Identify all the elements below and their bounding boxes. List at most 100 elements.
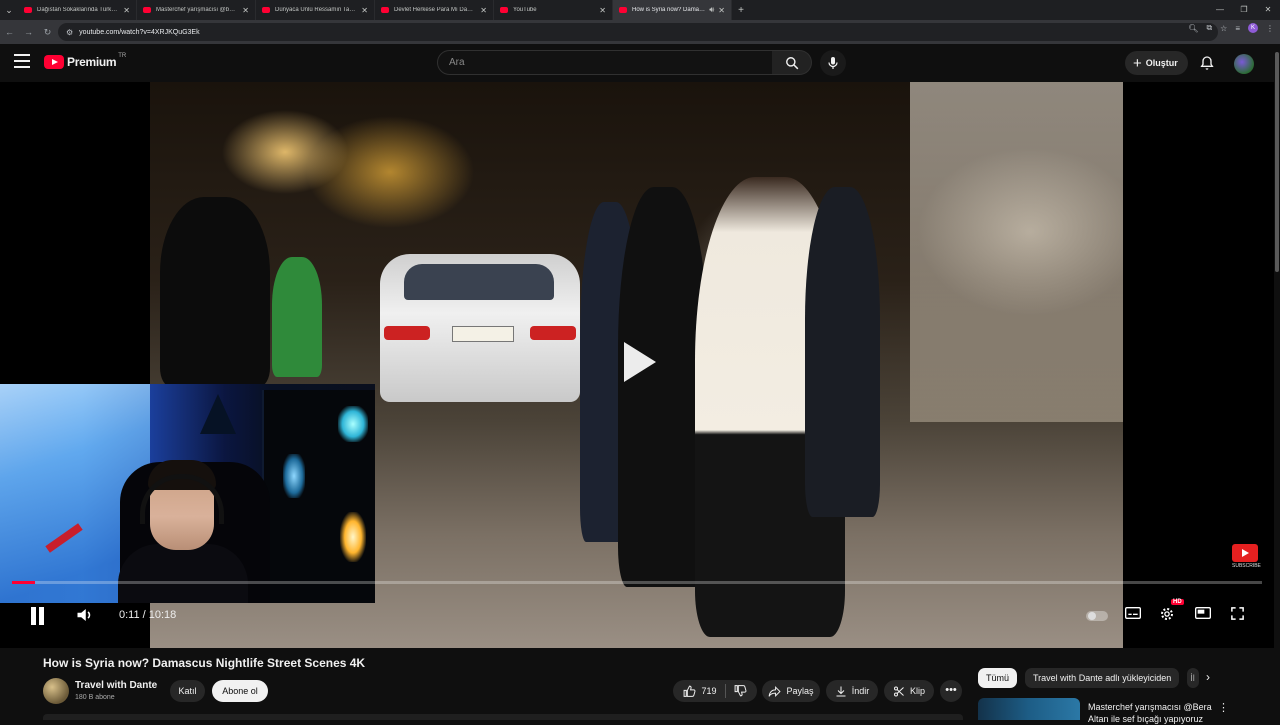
like-count: 719	[701, 686, 717, 696]
tab-title: Masterchef yarışmacısı @bera...	[156, 7, 239, 13]
notifications-bell-icon[interactable]	[1199, 55, 1215, 76]
subscribe-button[interactable]: Abone ol	[212, 680, 268, 702]
cast-icon[interactable]: ⧉	[1206, 23, 1212, 33]
fullscreen-icon[interactable]	[1230, 606, 1245, 626]
recommendation-title[interactable]: Masterchef yarışmacısı @Bera Altan ile s…	[1088, 701, 1216, 725]
zoom-icon[interactable]: 🔍︎	[1188, 24, 1198, 33]
pause-button[interactable]	[29, 607, 45, 625]
hamburger-menu-icon[interactable]	[14, 54, 30, 68]
tab-close-icon[interactable]: ✕	[480, 6, 487, 15]
youtube-favicon-icon	[24, 7, 32, 13]
tab-title: How is Syria now? Damasc...	[632, 7, 706, 13]
settings-gear-icon[interactable]	[1159, 606, 1175, 627]
youtube-logo[interactable]: Premium TR	[44, 53, 126, 69]
create-button[interactable]: + Oluştur	[1125, 51, 1188, 75]
minimize-icon[interactable]: —	[1208, 0, 1232, 20]
user-avatar[interactable]	[1234, 54, 1254, 74]
like-button[interactable]: 719	[683, 685, 717, 698]
browser-menu-icon[interactable]: ⋮	[1266, 24, 1274, 33]
progress-played	[12, 581, 35, 584]
bookmark-star-icon[interactable]: ☆	[1220, 24, 1227, 33]
more-actions-button[interactable]: •••	[940, 680, 962, 702]
browser-tab[interactable]: Masterchef yarışmacısı @bera... ✕	[137, 0, 256, 20]
tab-close-icon[interactable]: ✕	[718, 6, 725, 15]
autoplay-toggle[interactable]	[1086, 611, 1108, 621]
plus-icon: +	[1133, 54, 1142, 72]
video-scene-person	[805, 187, 880, 517]
tab-close-icon[interactable]: ✕	[123, 6, 130, 15]
search-icon	[785, 56, 798, 69]
forward-icon[interactable]: →	[19, 27, 38, 37]
back-icon[interactable]: ←	[0, 27, 19, 37]
download-button[interactable]: İndir	[826, 680, 878, 702]
site-info-icon[interactable]: ⚙︎	[66, 28, 73, 37]
browser-tab[interactable]: YouTube ✕	[494, 0, 613, 20]
subtitles-icon[interactable]	[1125, 606, 1141, 625]
search-button[interactable]	[772, 50, 812, 75]
side-panel-icon[interactable]: ≡	[1235, 24, 1240, 33]
chip-all[interactable]: Tümü	[978, 668, 1018, 688]
recommendation-thumbnail[interactable]	[978, 698, 1080, 720]
youtube-subscribe-icon	[1232, 544, 1258, 562]
video-scene-shop	[910, 82, 1123, 422]
share-label: Paylaş	[786, 686, 814, 696]
tab-title: Dünyaca Ünlü Ressamın Tablos...	[275, 7, 358, 13]
youtube-favicon-icon	[143, 7, 151, 13]
scissors-icon	[893, 686, 904, 696]
chip-from-uploader[interactable]: Travel with Dante adlı yükleyiciden	[1025, 668, 1180, 688]
create-label: Oluştur	[1145, 58, 1178, 68]
video-scene-person	[160, 197, 270, 387]
browser-tab[interactable]: Dünyaca Ünlü Ressamın Tablos... ✕	[256, 0, 375, 20]
youtube-favicon-icon	[262, 7, 270, 13]
browser-tab-bar: ⌄ Dağıstan Sokaklarında Türküm... ✕ Mast…	[0, 0, 1280, 20]
dislike-button[interactable]	[734, 684, 747, 699]
tab-title: YouTube	[513, 7, 537, 13]
clip-label: Klip	[909, 686, 925, 696]
watermark-text: SUBSCRIBE	[1232, 563, 1261, 569]
browser-tab-active[interactable]: How is Syria now? Damasc... 🔊︎ ✕	[613, 0, 732, 20]
video-player[interactable]: SUBSCRIBE 0:11 / 10:18 HD	[0, 82, 1274, 648]
related-filter-chips: Tümü Travel with Dante adlı yükleyiciden…	[978, 668, 1200, 688]
chip-related[interactable]: İl	[1187, 668, 1200, 688]
subscribe-watermark[interactable]: SUBSCRIBE	[1232, 544, 1261, 572]
tab-search-icon[interactable]: ⌄	[0, 0, 18, 20]
browser-tab[interactable]: Devlet Herkese Para Mı Dağıtıy... ✕	[375, 0, 494, 20]
time-display: 0:11 / 10:18	[119, 609, 176, 621]
voice-search-button[interactable]	[820, 50, 846, 76]
recommendation-menu-icon[interactable]: ⋮	[1218, 701, 1229, 714]
tab-close-icon[interactable]: ✕	[599, 6, 606, 15]
clip-button[interactable]: Klip	[884, 680, 934, 702]
channel-name[interactable]: Travel with Dante	[75, 680, 157, 691]
channel-avatar[interactable]	[43, 678, 69, 704]
tab-close-icon[interactable]: ✕	[242, 6, 249, 15]
page-scrollbar[interactable]	[1274, 44, 1280, 720]
search-input[interactable]: Ara	[437, 50, 773, 75]
progress-bar[interactable]	[12, 581, 1262, 584]
big-play-icon[interactable]	[620, 340, 658, 384]
volume-icon[interactable]	[76, 607, 94, 628]
time-separator: /	[139, 609, 149, 621]
hd-badge: HD	[1171, 599, 1184, 605]
chevron-right-icon[interactable]: ›	[1206, 670, 1210, 684]
url-text: youtube.com/watch?v=4XRJKQuG3Ek	[79, 28, 200, 36]
join-button[interactable]: Katıl	[170, 680, 205, 702]
player-controls: 0:11 / 10:18 HD	[0, 596, 1274, 636]
new-tab-icon[interactable]: +	[732, 5, 750, 16]
share-button[interactable]: Paylaş	[762, 680, 820, 702]
scrollbar-thumb[interactable]	[1275, 52, 1279, 272]
reload-icon[interactable]: ↻	[38, 27, 57, 38]
download-icon	[836, 686, 846, 696]
miniplayer-icon[interactable]	[1195, 606, 1211, 625]
browser-profile-icon[interactable]: K	[1248, 23, 1258, 33]
url-field[interactable]: ⚙︎ youtube.com/watch?v=4XRJKQuG3Ek	[58, 23, 1218, 41]
share-icon	[769, 685, 782, 697]
youtube-play-logo-icon	[44, 55, 64, 69]
tab-close-icon[interactable]: ✕	[361, 6, 368, 15]
close-window-icon[interactable]: ✕	[1256, 0, 1280, 20]
restore-icon[interactable]: ❐	[1232, 0, 1256, 20]
description-box-edge[interactable]	[43, 714, 963, 720]
browser-tab[interactable]: Dağıstan Sokaklarında Türküm... ✕	[18, 0, 137, 20]
tab-title: Dağıstan Sokaklarında Türküm...	[37, 7, 120, 13]
video-title: How is Syria now? Damascus Nightlife Str…	[43, 656, 366, 670]
speaker-icon[interactable]: 🔊︎	[709, 5, 714, 15]
